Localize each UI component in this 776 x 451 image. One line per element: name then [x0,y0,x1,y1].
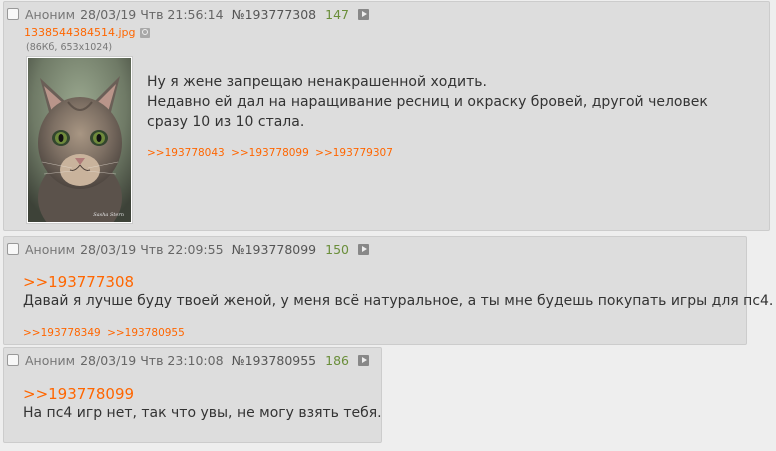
post-message: >>193778099 На пс4 игр нет, так что увы,… [23,385,382,423]
post-message: Ну я жене запрещаю ненакрашенной ходить.… [147,72,708,132]
post: Аноним 28/03/19 Чтв 21:56:14 №193777308 … [3,1,770,231]
post-author: Аноним [25,6,76,22]
post-replies: >>193778043 >>193778099 >>193779307 [147,147,396,159]
message-line: сразу 10 из 10 стала. [147,114,305,130]
message-line: Давай я лучше буду твоей женой, у меня в… [23,293,774,309]
post-author: Аноним [25,352,76,368]
post-author: Аноним [25,241,76,257]
reply-link[interactable]: >>193778043 [147,147,225,159]
svg-text:Sasha Stern: Sasha Stern [93,212,124,218]
post-number-link[interactable]: №193778099 [232,242,317,257]
message-line: Недавно ей дал на наращивание ресниц и о… [147,94,708,110]
play-icon[interactable] [358,354,369,366]
quote-link[interactable]: >>193777308 [23,273,773,292]
reply-link[interactable]: >>193780955 [107,327,185,339]
post: Аноним 28/03/19 Чтв 23:10:08 №193780955 … [3,347,382,443]
message-line: Ну я жене запрещаю ненакрашенной ходить. [147,74,488,90]
play-icon[interactable] [358,8,369,20]
post-header: Аноним 28/03/19 Чтв 23:10:08 №193780955 … [7,351,369,369]
post-counter: 150 [325,241,349,257]
post-replies: >>193778349 >>193780955 [23,327,188,339]
post-select-checkbox[interactable] [7,243,19,255]
post-number-link[interactable]: №193780955 [232,353,317,368]
post: Аноним 28/03/19 Чтв 22:09:55 №193778099 … [3,236,773,345]
reply-link[interactable]: >>193778349 [23,327,101,339]
post-counter: 147 [325,6,349,22]
cat-photo: Sasha Stern [28,58,131,222]
post-header: Аноним 28/03/19 Чтв 22:09:55 №193778099 … [7,240,369,258]
post-date: 28/03/19 Чтв 23:10:08 [80,352,224,368]
post-number-link[interactable]: №193777308 [232,7,317,22]
post-date: 28/03/19 Чтв 21:56:14 [80,6,224,22]
reply-link[interactable]: >>193779307 [315,147,393,159]
quote-link[interactable]: >>193778099 [23,385,382,404]
post-select-checkbox[interactable] [7,354,19,366]
post-header: Аноним 28/03/19 Чтв 21:56:14 №193777308 … [7,5,369,23]
attachment-thumbnail[interactable]: Sasha Stern [26,56,133,224]
attachment-info: 1338544384514.jpg [24,26,150,39]
post-select-checkbox[interactable] [7,8,19,20]
play-icon[interactable] [358,243,369,255]
post-date: 28/03/19 Чтв 22:09:55 [80,241,224,257]
image-search-icon[interactable] [139,27,150,38]
post-message: >>193777308 Давай я лучше буду твоей жен… [23,273,773,311]
attachment-meta: (86Кб, 653x1024) [26,42,113,53]
reply-link[interactable]: >>193778099 [231,147,309,159]
post-counter: 186 [325,352,349,368]
attachment-filename-link[interactable]: 1338544384514.jpg [24,26,136,39]
message-line: На пс4 игр нет, так что увы, не могу взя… [23,405,382,421]
